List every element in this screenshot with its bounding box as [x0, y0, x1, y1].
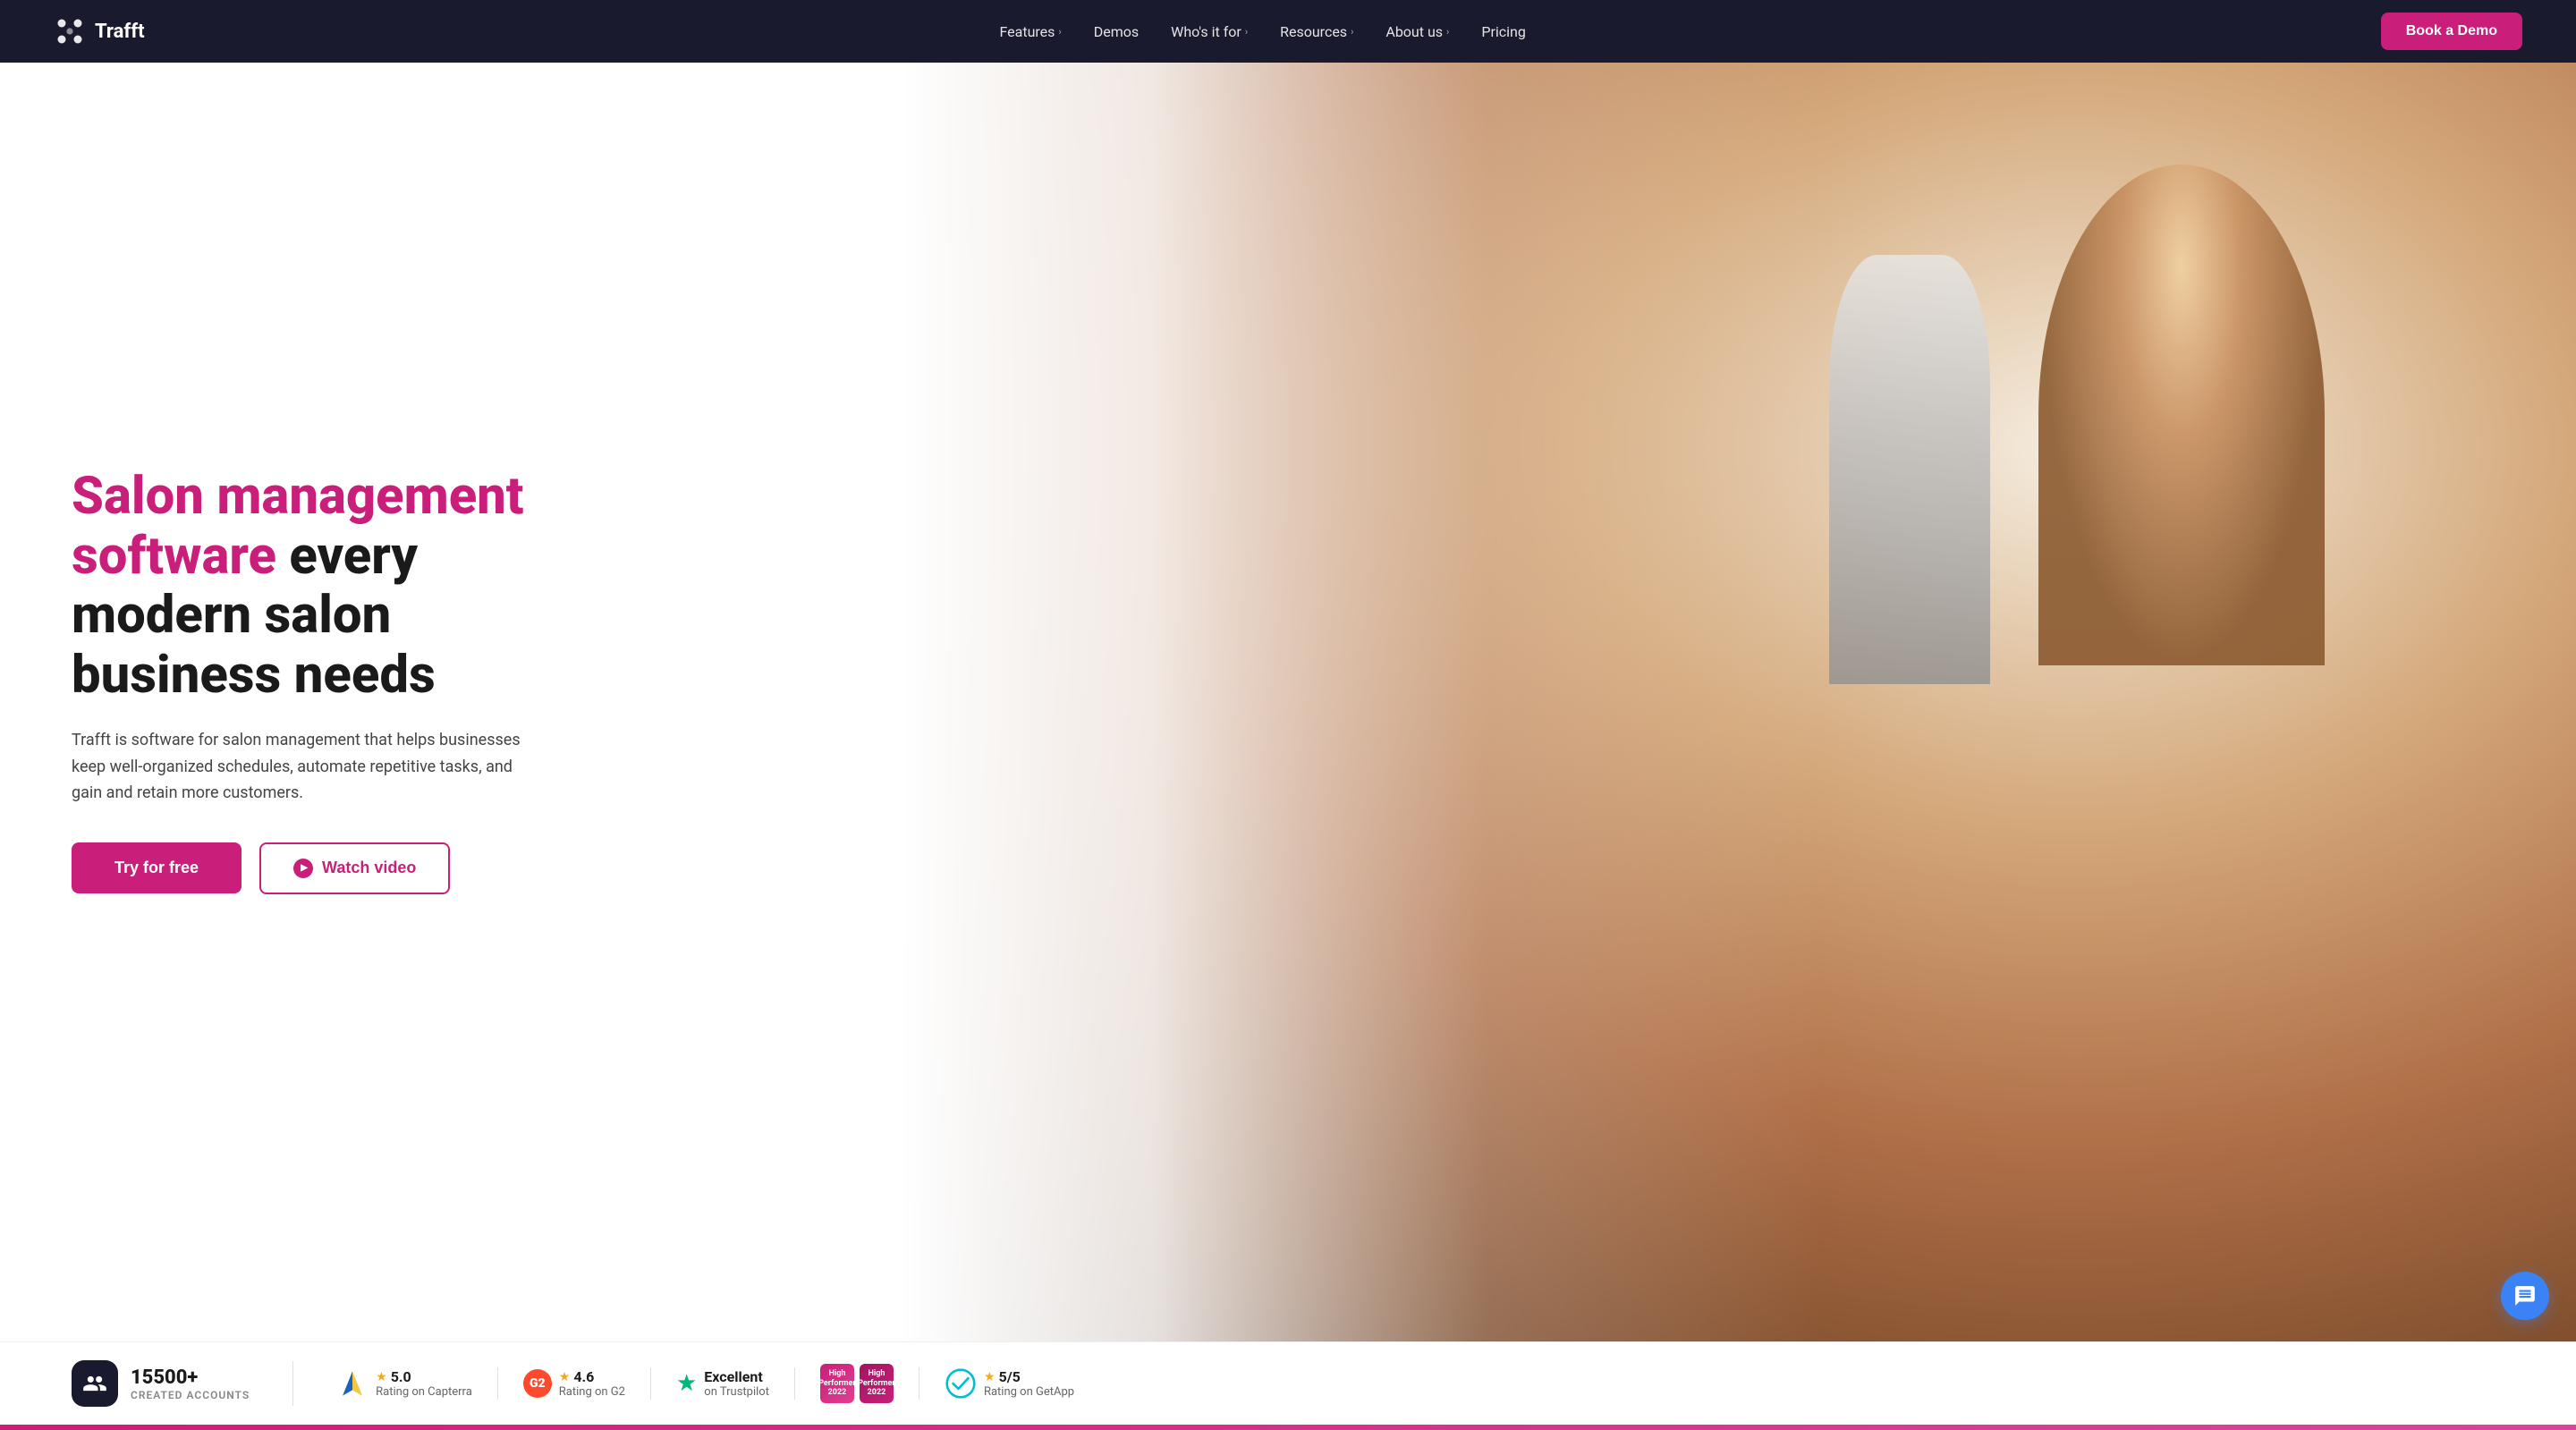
trustpilot-label: on Trustpilot [704, 1385, 769, 1399]
nav-item-resources[interactable]: Resources › [1280, 23, 1353, 40]
nav-link-whos-it-for[interactable]: Who's it for › [1171, 23, 1248, 40]
chevron-icon: › [1058, 26, 1061, 38]
hero-subtitle: Trafft is software for salon management … [72, 727, 537, 807]
play-icon: ▶ [293, 859, 313, 878]
try-for-free-button[interactable]: Try for free [72, 842, 242, 893]
trustpilot-score: Excellent [704, 1368, 769, 1385]
divider-4 [794, 1367, 795, 1400]
capterra-rating: ★ 5.0 Rating on Capterra [336, 1367, 472, 1400]
badge-hp-2022-2: HighPerformer2022 [860, 1364, 894, 1403]
nav-item-about[interactable]: About us › [1385, 23, 1449, 40]
divider-3 [650, 1367, 651, 1400]
nav-links: Features › Demos Who's it for › Resource… [999, 23, 1525, 40]
nav-item-demos[interactable]: Demos [1094, 23, 1139, 40]
capterra-score-block: ★ 5.0 Rating on Capterra [376, 1368, 472, 1399]
getapp-score-block: ★ 5/5 Rating on GetApp [984, 1368, 1074, 1399]
chevron-icon-4: › [1446, 26, 1449, 38]
nav-link-about[interactable]: About us › [1385, 23, 1449, 40]
accounts-text: 15500+ CREATED ACCOUNTS [131, 1367, 250, 1401]
person-client [2038, 165, 2325, 665]
nav-link-features[interactable]: Features › [999, 23, 1061, 40]
person-stylist [1829, 255, 1990, 684]
divider-2 [497, 1367, 498, 1400]
stats-bar: 15500+ CREATED ACCOUNTS ★ 5.0 Rating on … [0, 1341, 2576, 1425]
brand-name: Trafft [95, 21, 145, 43]
high-performer-badges: HighPerformer2022 HighPerformer2022 [820, 1364, 894, 1403]
capterra-logo [336, 1367, 369, 1400]
accounts-icon [72, 1360, 118, 1407]
nav-link-pricing[interactable]: Pricing [1481, 23, 1526, 40]
hero-content: Salon management software every modern s… [0, 413, 608, 991]
ratings-container: ★ 5.0 Rating on Capterra G2 ★ 4.6 Rating… [336, 1364, 1074, 1403]
watch-video-label: Watch video [322, 859, 416, 877]
getapp-score: 5/5 [999, 1368, 1021, 1385]
chat-support-button[interactable] [2501, 1272, 2549, 1320]
divider [292, 1361, 293, 1406]
nav-link-resources[interactable]: Resources › [1280, 23, 1353, 40]
chevron-icon-2: › [1245, 26, 1248, 38]
getapp-logo [945, 1367, 977, 1400]
bottom-accent-bar [0, 1425, 2576, 1430]
g2-score-block: ★ 4.6 Rating on G2 [559, 1368, 625, 1399]
nav-item-pricing[interactable]: Pricing [1481, 23, 1526, 40]
g2-score: 4.6 [573, 1368, 594, 1385]
accounts-stat: 15500+ CREATED ACCOUNTS [72, 1360, 250, 1407]
capterra-label: Rating on Capterra [376, 1385, 472, 1399]
navbar: Trafft Features › Demos Who's it for › R… [0, 0, 2576, 63]
hero-title: Salon management software every modern s… [72, 467, 537, 706]
g2-rating: G2 ★ 4.6 Rating on G2 [523, 1368, 625, 1399]
hero-background-image [902, 63, 2576, 1341]
trustpilot-score-block: Excellent on Trustpilot [704, 1368, 769, 1399]
nav-item-features[interactable]: Features › [999, 23, 1061, 40]
g2-label: Rating on G2 [559, 1385, 625, 1399]
badge-hp-2022-1: HighPerformer2022 [820, 1364, 854, 1403]
getapp-label: Rating on GetApp [984, 1385, 1074, 1399]
capterra-score: 5.0 [391, 1368, 411, 1385]
accounts-label: CREATED ACCOUNTS [131, 1389, 250, 1401]
nav-link-demos[interactable]: Demos [1094, 23, 1139, 40]
nav-item-whos-it-for[interactable]: Who's it for › [1171, 23, 1248, 40]
star-icon: ★ [376, 1370, 387, 1384]
book-demo-button[interactable]: Book a Demo [2381, 13, 2522, 50]
trustpilot-rating: ★ Excellent on Trustpilot [676, 1368, 769, 1399]
hero-buttons: Try for free ▶ Watch video [72, 842, 537, 894]
star-icon-g2: ★ [559, 1370, 571, 1384]
chevron-icon-3: › [1351, 26, 1353, 38]
getapp-rating: ★ 5/5 Rating on GetApp [945, 1367, 1074, 1400]
star-icon-getapp: ★ [984, 1370, 996, 1384]
g2-logo: G2 [523, 1369, 552, 1398]
watch-video-button[interactable]: ▶ Watch video [259, 842, 450, 894]
hero-section: Salon management software every modern s… [0, 63, 2576, 1341]
chat-icon [2513, 1284, 2537, 1307]
accounts-number: 15500+ [131, 1367, 250, 1389]
trustpilot-icon: ★ [676, 1370, 697, 1397]
brand-logo[interactable]: Trafft [54, 15, 145, 47]
